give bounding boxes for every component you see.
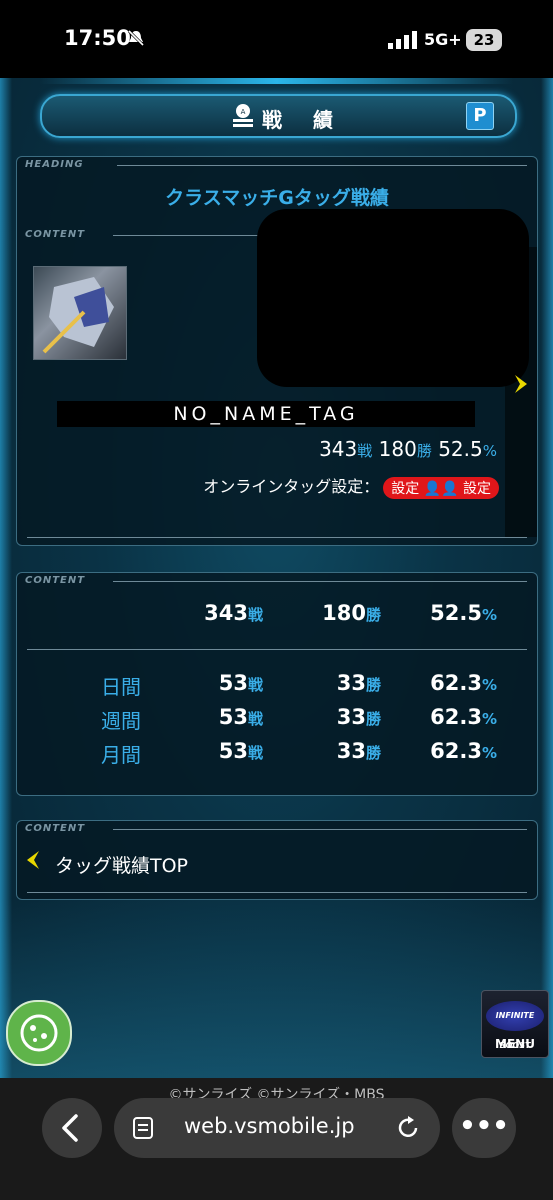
infinite-boost-logo: INFINITE BOOST: [486, 1001, 544, 1050]
top-light-line: [40, 78, 513, 84]
summary-stats: 343戦 180勝 52.5%: [319, 437, 497, 461]
unit-rate: %: [482, 442, 497, 460]
row-label: 日間: [101, 675, 141, 699]
status-time: 17:50: [64, 26, 131, 50]
chevron-right-icon[interactable]: [513, 373, 529, 395]
cookie-settings-button[interactable]: [6, 1000, 72, 1066]
panel-heading-title: クラスマッチGタッグ戦績: [165, 187, 389, 209]
stats-divider: [27, 649, 527, 650]
nav-panel: CONTENT タッグ戦績TOP: [16, 820, 538, 900]
browser-back-button[interactable]: [42, 1098, 102, 1158]
online-label: オンラインタッグ設定：: [203, 477, 380, 496]
row-wins: 33勝: [336, 705, 381, 729]
row-battles: 53戦: [218, 705, 263, 729]
chevron-left-icon[interactable]: [25, 849, 41, 871]
svg-text:A: A: [241, 108, 246, 116]
stats-row-monthly: 月間 53戦 33勝 62.3%: [17, 739, 537, 769]
content-line: [113, 829, 527, 830]
chevron-left-icon: [62, 1114, 78, 1142]
total-wins: 180勝: [322, 601, 381, 625]
background-glow: [0, 898, 553, 1078]
page-title: 戦 績: [262, 108, 345, 132]
avatar: [33, 266, 127, 360]
content-tag: CONTENT: [25, 823, 86, 834]
stats-panel: CONTENT 343戦 180勝 52.5% 日間 53戦 33勝 62.3%…: [16, 572, 538, 796]
total-rate: 52.5%: [430, 601, 497, 625]
mobile-suit-image: [42, 277, 114, 354]
heading-line: [117, 165, 527, 166]
reload-icon[interactable]: [396, 1114, 422, 1142]
browser-toolbar: ©サンライズ ©サンライズ・MBS web.vsmobile.jp •••: [0, 1078, 553, 1200]
name-tag: NO_NAME_TAG: [57, 401, 475, 427]
panel-bottom-line: [27, 537, 527, 538]
row-rate: 62.3%: [430, 671, 497, 695]
stats-row-weekly: 週間 53戦 33勝 62.3%: [17, 705, 537, 735]
row-battles: 53戦: [218, 739, 263, 763]
battery-indicator: 23: [466, 29, 502, 51]
signal-icon: [388, 31, 417, 49]
redacted-area: [257, 209, 529, 387]
content-line: [113, 581, 527, 582]
url-text: web.vsmobile.jp: [184, 1114, 355, 1138]
title-bar: A 戦 績 P: [40, 94, 517, 138]
content-tag: CONTENT: [25, 575, 86, 586]
tag-record-top-link[interactable]: タッグ戦績TOP: [55, 851, 188, 878]
cookie-icon: [20, 1014, 58, 1052]
menu-label: MENU: [495, 1037, 535, 1051]
profile-panel: HEADING クラスマッチGタッグ戦績 CONTENT NO_NAME_TAG…: [16, 156, 538, 546]
summary-wins: 180: [378, 437, 417, 461]
game-screen: A 戦 績 P HEADING クラスマッチGタッグ戦績 CONTENT NO_…: [0, 78, 553, 1078]
stats-row-daily: 日間 53戦 33勝 62.3%: [17, 671, 537, 701]
summary-battles: 343: [319, 437, 358, 461]
row-label: 週間: [101, 709, 141, 733]
stats-total-row: 343戦 180勝 52.5%: [17, 601, 537, 631]
menu-button[interactable]: INFINITE BOOST MENU: [481, 990, 549, 1058]
address-bar[interactable]: web.vsmobile.jp: [114, 1098, 440, 1158]
row-label: 月間: [101, 743, 141, 767]
panel-bottom-line: [27, 892, 527, 893]
ranking-icon: A: [233, 104, 253, 127]
heading-tag: HEADING: [25, 159, 84, 170]
row-battles: 53戦: [218, 671, 263, 695]
online-tag-setting: オンラインタッグ設定： 設定 👤👤 設定: [203, 473, 499, 499]
reader-icon[interactable]: [132, 1116, 156, 1140]
row-rate: 62.3%: [430, 739, 497, 763]
content-tag: CONTENT: [25, 229, 86, 240]
unit-wins: 勝: [416, 442, 432, 460]
more-button[interactable]: •••: [452, 1098, 516, 1158]
network-type: 5G+: [424, 30, 462, 49]
summary-rate: 52.5: [438, 437, 483, 461]
unit-battles: 戦: [357, 442, 373, 460]
row-rate: 62.3%: [430, 705, 497, 729]
status-bar: 17:50 5G+ 23: [0, 0, 553, 78]
silent-bell-icon: [127, 29, 145, 47]
row-wins: 33勝: [336, 671, 381, 695]
setting-badge[interactable]: 設定 👤👤 設定: [383, 476, 499, 499]
p-button[interactable]: P: [466, 102, 494, 130]
total-battles: 343戦: [204, 601, 263, 625]
row-wins: 33勝: [336, 739, 381, 763]
